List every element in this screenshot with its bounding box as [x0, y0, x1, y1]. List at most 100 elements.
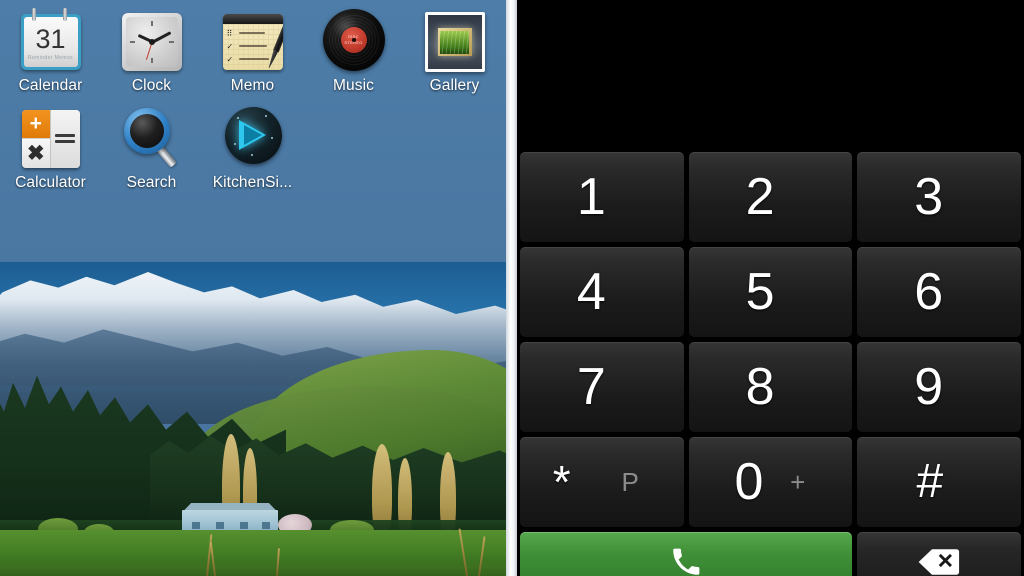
key-2[interactable]: 2: [688, 152, 853, 242]
wallpaper-house-window: [216, 522, 224, 529]
app-label: Search: [126, 173, 177, 191]
key-star-label: *: [552, 456, 571, 508]
key-4-label: 4: [576, 263, 606, 321]
orb-star: [270, 136, 273, 139]
calculator-times-symbol: ✖: [26, 141, 45, 165]
memo-note-line: [238, 45, 267, 47]
key-7-label: 7: [576, 358, 606, 416]
dialer-keypad: 1 2 3 4 5 6 7 8 9 * P 0 + #: [517, 152, 1024, 576]
key-6-label: 6: [914, 263, 944, 321]
keypad-row-1: 1 2 3: [517, 152, 1024, 242]
magnifier-lens: [129, 113, 164, 148]
memo-bullet: ⠿: [226, 29, 233, 38]
call-button[interactable]: [520, 532, 853, 576]
app-row-1: 31 Reminder Memos Calendar Clock ⠿ ✓ ✓ M…: [0, 0, 506, 94]
app-icon-calendar[interactable]: 31 Reminder Memos Calendar: [0, 0, 101, 94]
app-icon-clock[interactable]: Clock: [101, 0, 202, 94]
music-vinyl-icon: DISC STEREO: [320, 6, 388, 74]
key-8[interactable]: 8: [688, 342, 853, 432]
app-icon-calculator[interactable]: + ✖ Calculator: [0, 94, 101, 191]
app-icon-music[interactable]: DISC STEREO Music: [303, 0, 404, 94]
app-label: Music: [333, 77, 374, 94]
app-label: Gallery: [429, 77, 480, 94]
key-hash[interactable]: #: [857, 437, 1022, 527]
key-0-sublabel: +: [790, 467, 806, 497]
app-label: KitchenSi...: [212, 173, 293, 191]
backspace-button[interactable]: [857, 532, 1021, 576]
app-label: Memo: [230, 77, 275, 94]
app-slot-empty: [404, 94, 505, 191]
screenshot-root: 31 Reminder Memos Calendar Clock ⠿ ✓ ✓ M…: [0, 0, 1024, 576]
memo-icon: ⠿ ✓ ✓: [219, 6, 287, 74]
phone-handset-icon: [673, 548, 700, 575]
kitchensink-play-orb-icon: [219, 103, 287, 171]
key-0-label: 0: [734, 453, 764, 511]
clock-icon: [118, 6, 186, 74]
app-slot-empty: [303, 94, 404, 191]
calendar-ring-icon: [31, 8, 36, 21]
key-3[interactable]: 3: [857, 152, 1022, 242]
gallery-photo-frame-icon: [421, 6, 489, 74]
app-icon-kitchensink[interactable]: KitchenSi...: [202, 94, 303, 191]
wallpaper-photo: [0, 262, 506, 576]
app-icon-gallery[interactable]: Gallery: [404, 0, 505, 94]
phone-dialer-panel: 1 2 3 4 5 6 7 8 9 * P 0 + #: [517, 0, 1024, 576]
key-9-label: 9: [914, 358, 944, 416]
memo-note-line: [238, 58, 269, 60]
app-icon-grid: 31 Reminder Memos Calendar Clock ⠿ ✓ ✓ M…: [0, 0, 506, 190]
key-8-label: 8: [745, 358, 775, 416]
play-triangle-inner: [243, 124, 262, 145]
app-icon-search[interactable]: Search: [101, 94, 202, 191]
clock-tick: [129, 41, 135, 43]
wallpaper-house-window: [192, 522, 200, 529]
clock-tick: [150, 58, 153, 63]
key-5-label: 5: [745, 263, 775, 321]
magnifier-ring: [123, 107, 170, 154]
keypad-row-2: 4 5 6: [517, 247, 1024, 337]
calculator-equals-symbol: [50, 109, 80, 168]
wallpaper-house-window: [240, 522, 248, 529]
keypad-row-4: * P 0 + #: [517, 437, 1024, 527]
app-row-2: + ✖ Calculator Search KitchenSi...: [0, 94, 506, 191]
key-3-label: 3: [914, 168, 944, 226]
calendar-icon: 31 Reminder Memos: [17, 6, 85, 74]
clock-tick: [150, 21, 153, 26]
panel-divider: [506, 0, 517, 576]
vinyl-spindle-hole: [351, 38, 356, 42]
key-5[interactable]: 5: [688, 247, 853, 337]
key-0[interactable]: 0 +: [688, 437, 853, 527]
key-7[interactable]: 7: [520, 342, 684, 432]
app-icon-memo[interactable]: ⠿ ✓ ✓ Memo: [202, 0, 303, 94]
calculator-icon: + ✖: [17, 103, 85, 171]
home-screen-panel: 31 Reminder Memos Calendar Clock ⠿ ✓ ✓ M…: [0, 0, 506, 576]
magnifier-icon: [118, 103, 186, 171]
dialer-number-display[interactable]: [517, 0, 1024, 152]
memo-check-icon: ✓: [226, 42, 234, 51]
key-2-label: 2: [745, 168, 775, 226]
key-1-label: 1: [576, 168, 606, 226]
keypad-row-3: 7 8 9: [517, 342, 1024, 432]
orb-star: [233, 142, 236, 145]
calendar-ring-icon: [62, 8, 67, 21]
calculator-plus-symbol: +: [29, 112, 42, 136]
clock-tick: [168, 41, 174, 43]
backspace-delete-icon: [918, 549, 960, 575]
orb-star: [264, 114, 267, 117]
memo-check-icon: ✓: [226, 55, 234, 64]
orb-star: [236, 116, 239, 119]
orb-star: [250, 153, 253, 156]
key-6[interactable]: 6: [857, 247, 1022, 337]
key-9[interactable]: 9: [857, 342, 1022, 432]
wallpaper-house-window: [262, 522, 270, 529]
wallpaper-foreground-grass: [0, 554, 506, 576]
key-star[interactable]: * P: [520, 437, 684, 527]
app-label: Calendar: [18, 77, 83, 94]
key-4[interactable]: 4: [520, 247, 684, 337]
memo-note-line: [238, 32, 265, 34]
keypad-action-row: [517, 532, 1024, 576]
key-star-sublabel: P: [621, 467, 639, 497]
app-label: Calculator: [15, 173, 86, 191]
key-1[interactable]: 1: [520, 152, 684, 242]
calendar-day-number: 31: [35, 23, 66, 54]
app-label: Clock: [131, 77, 172, 94]
